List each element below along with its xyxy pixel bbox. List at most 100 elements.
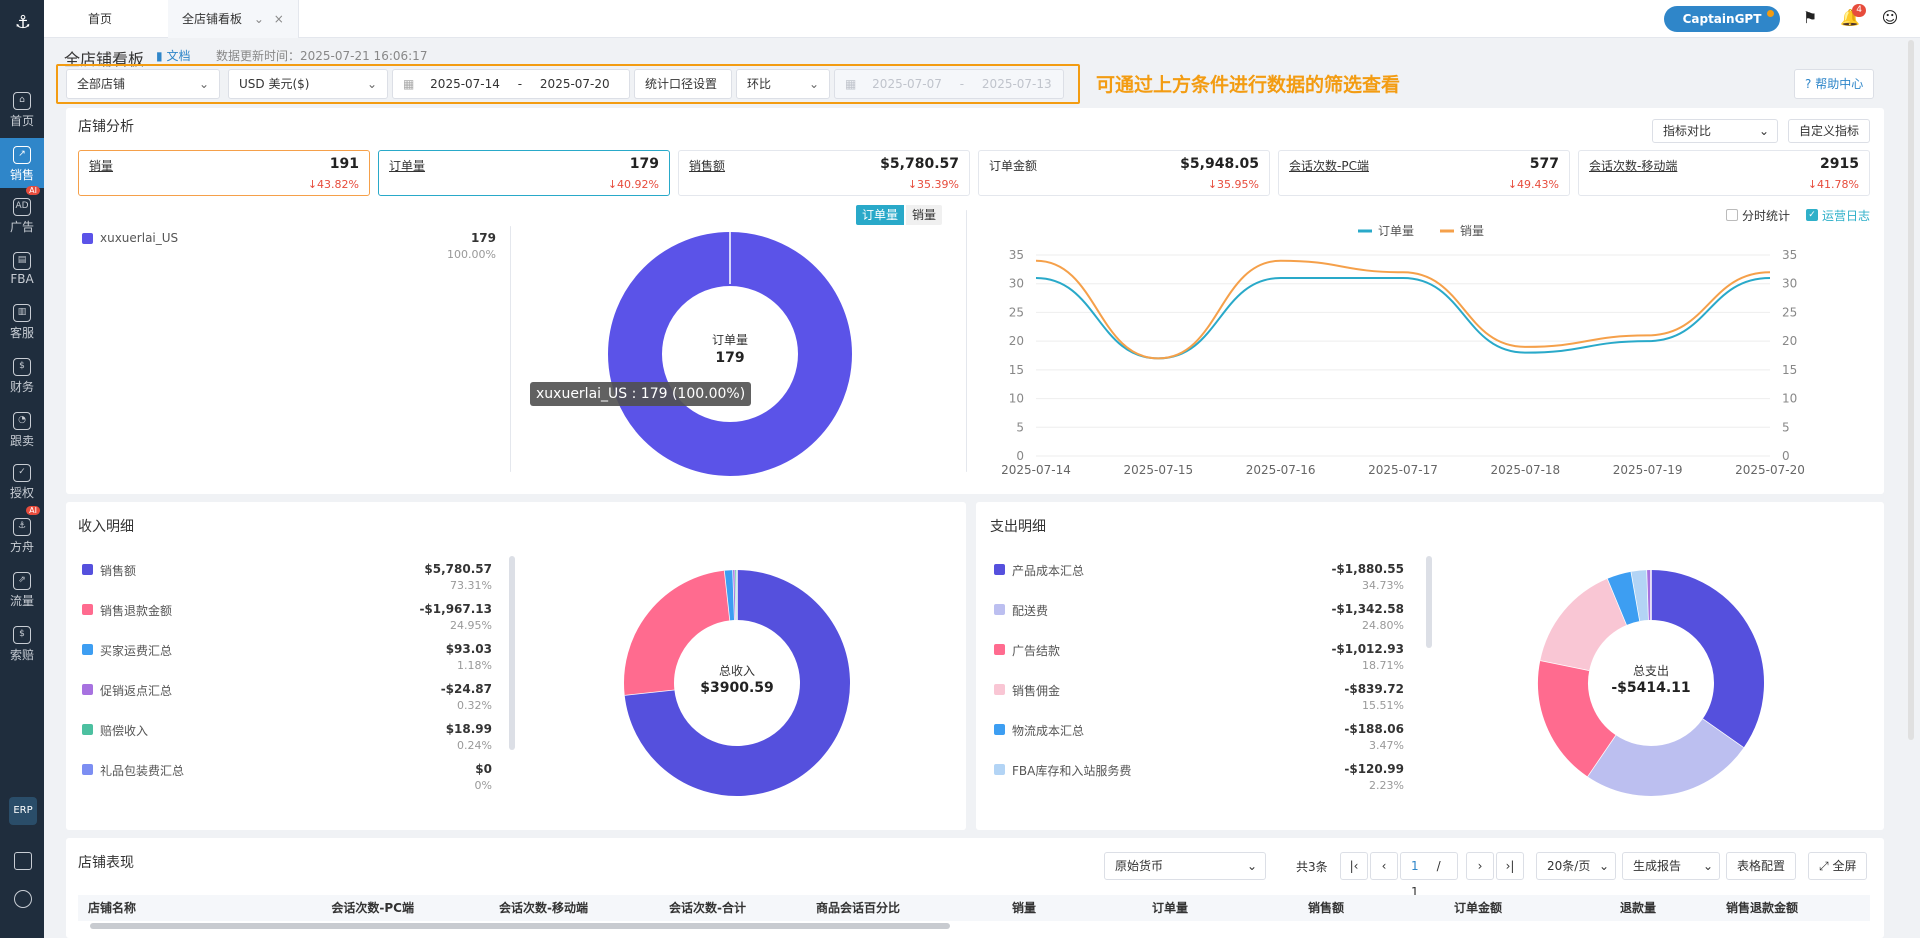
sidebar-item-3[interactable]: ▤ FBA xyxy=(0,244,44,294)
date-range-picker[interactable]: ▦ 2025-07-14 - 2025-07-20 xyxy=(392,69,630,99)
sidebar-item-1[interactable]: ↗ 销售 xyxy=(0,138,44,188)
table-column-header[interactable]: 销量 xyxy=(906,895,1036,921)
currency-select[interactable]: USD 美元($) ⌄ xyxy=(228,69,388,99)
table-column-header[interactable]: 销售额 xyxy=(1196,895,1344,921)
compare-select[interactable]: 环比 ⌄ xyxy=(736,69,830,99)
chevron-down-icon[interactable]: ⌄ xyxy=(254,12,264,26)
legend-label[interactable]: 销量 xyxy=(1460,224,1484,238)
service-icon: ▥ xyxy=(13,304,31,322)
fullscreen-icon: ⤢ xyxy=(1819,859,1829,873)
caliber-settings-button[interactable]: 统计口径设置 xyxy=(634,69,732,99)
table-column-header[interactable]: 退款量 xyxy=(1508,895,1656,921)
app-logo[interactable]: ⚓ xyxy=(12,12,34,36)
fullscreen-button[interactable]: ⤢ 全屏 xyxy=(1808,852,1868,880)
legend-item-name: 物流成本汇总 xyxy=(1012,724,1085,738)
table-horizontal-scrollbar[interactable] xyxy=(90,923,950,929)
table-column-header[interactable]: 订单量 xyxy=(1048,895,1188,921)
chevron-down-icon: ⌄ xyxy=(366,77,377,91)
bell-icon[interactable]: 🔔 4 xyxy=(1840,4,1866,28)
ark-icon: ⚓ xyxy=(13,518,31,536)
captaingpt-button[interactable]: CaptainGPT xyxy=(1664,6,1780,32)
sidebar-item-8[interactable]: ⚓ 方舟 AI xyxy=(0,506,44,560)
metric-card[interactable]: 销量 191 ↓43.82% xyxy=(78,150,370,196)
donut-slice[interactable] xyxy=(1587,718,1744,796)
metric-card[interactable]: 销售额 $5,780.57 ↓35.39% xyxy=(678,150,970,196)
series-line[interactable] xyxy=(1035,276,1771,360)
metric-card[interactable]: 订单金额 $5,948.05 ↓35.95% xyxy=(978,150,1270,196)
table-column-header[interactable]: 店铺名称 xyxy=(78,895,238,921)
metric-card[interactable]: 会话次数-PC端 577 ↓49.43% xyxy=(1278,150,1570,196)
date-to[interactable]: 2025-07-20 xyxy=(540,77,610,91)
first-page-button[interactable]: |‹ xyxy=(1340,852,1368,880)
table-column-header[interactable]: 会话次数-PC端 xyxy=(242,895,414,921)
erp-button[interactable]: ERP xyxy=(9,797,37,825)
chart-icon: ↗ xyxy=(13,146,31,164)
series-line[interactable] xyxy=(1035,259,1771,360)
flag-icon[interactable]: ⚑ xyxy=(1800,8,1820,28)
donut-slice[interactable] xyxy=(1538,660,1617,777)
sidebar-item-0[interactable]: ⌂ 首页 xyxy=(0,84,44,134)
storage-icon[interactable] xyxy=(14,852,32,870)
table-column-header[interactable]: 会话次数-移动端 xyxy=(416,895,588,921)
expense-scrollbar[interactable] xyxy=(1426,556,1432,648)
currency-type-select[interactable]: 原始货币 ⌄ xyxy=(1104,852,1266,880)
legend-item-value: -$1,967.13 xyxy=(419,602,492,616)
page-size-select[interactable]: 20条/页 ⌄ xyxy=(1536,852,1616,880)
metric-compare-select[interactable]: 指标对比 ⌄ xyxy=(1652,119,1778,143)
donut-slice[interactable] xyxy=(1607,571,1641,626)
table-column-header[interactable]: 订单金额 xyxy=(1346,895,1502,921)
page-scrollbar[interactable] xyxy=(1908,40,1914,740)
table-config-button[interactable]: 表格配置 xyxy=(1726,852,1797,880)
y-tick-label-left: 0 xyxy=(1016,449,1024,463)
legend-item-value: -$1,012.93 xyxy=(1331,642,1404,656)
sidebar-item-2[interactable]: AD 广告 AI xyxy=(0,186,44,240)
tab-store-dashboard[interactable]: 全店铺看板 ⌄ × xyxy=(168,0,299,38)
toggle-orders[interactable]: 订单量 xyxy=(856,205,905,225)
sidebar-item-6[interactable]: ◔ 跟卖 xyxy=(0,404,44,454)
toggle-sales[interactable]: 销量 xyxy=(906,205,943,225)
prev-page-button[interactable]: ‹ xyxy=(1370,852,1398,880)
next-page-button[interactable]: › xyxy=(1466,852,1494,880)
legend-item-name: 促销返点汇总 xyxy=(100,684,173,698)
metric-card[interactable]: 订单量 179 ↓40.92% xyxy=(378,150,670,196)
doc-link[interactable]: ▮ 文档 xyxy=(156,47,190,64)
support-icon[interactable] xyxy=(14,890,32,908)
tab-home[interactable]: 首页 xyxy=(74,0,126,38)
filter-hint: 可通过上方条件进行数据的筛选查看 xyxy=(1096,74,1401,96)
help-center-button[interactable]: ? 帮助中心 xyxy=(1794,69,1875,99)
sidebar-item-10[interactable]: $ 索赔 xyxy=(0,618,44,668)
legend-label[interactable]: 订单量 xyxy=(1378,224,1414,238)
legend-item-name: 销售退款金额 xyxy=(100,604,173,618)
legend-swatch xyxy=(82,644,93,655)
sidebar-item-label: 财务 xyxy=(9,380,34,394)
metric-compare-label: 指标对比 xyxy=(1663,124,1712,138)
legend-item-name: 买家运费汇总 xyxy=(100,644,173,658)
table-column-header[interactable]: 销售退款金额 xyxy=(1660,895,1798,921)
sidebar-item-5[interactable]: $ 财务 xyxy=(0,350,44,400)
sidebar-item-4[interactable]: ▥ 客服 xyxy=(0,296,44,346)
table-column-header[interactable]: 商品会话百分比 xyxy=(750,895,900,921)
expense-center-value: -$5414.11 xyxy=(1611,680,1691,696)
generate-report-button[interactable]: 生成报告 ⌄ xyxy=(1622,852,1720,880)
income-scrollbar[interactable] xyxy=(509,556,515,750)
date-from[interactable]: 2025-07-14 xyxy=(430,77,500,91)
metric-card[interactable]: 会话次数-移动端 2915 ↓41.78% xyxy=(1578,150,1870,196)
legend-item-name: 销售佣金 xyxy=(1012,684,1061,698)
doc-label: 文档 xyxy=(166,49,191,63)
last-page-button[interactable]: ›| xyxy=(1496,852,1524,880)
user-avatar-icon[interactable]: ☺ xyxy=(1880,8,1900,28)
table-column-header[interactable]: 会话次数-合计 xyxy=(590,895,746,921)
page-input[interactable]: 1/ 1 xyxy=(1400,852,1458,899)
store-select[interactable]: 全部店铺 ⌄ xyxy=(66,69,220,99)
legend-item-name: 产品成本汇总 xyxy=(1012,564,1085,578)
sidebar-item-9[interactable]: ⇗ 流量 xyxy=(0,564,44,614)
donut-slice[interactable] xyxy=(1540,578,1628,672)
sidebar-item-7[interactable]: ✓ 授权 xyxy=(0,456,44,506)
donut-slice[interactable] xyxy=(1631,570,1650,622)
tab-label: 全店铺看板 xyxy=(182,12,243,26)
metric-card-value: 179 xyxy=(629,156,659,172)
sidebar-item-label: 授权 xyxy=(9,486,34,500)
sidebar-item-label: 广告 xyxy=(9,220,34,234)
custom-metric-button[interactable]: 自定义指标 xyxy=(1788,119,1871,143)
close-icon[interactable]: × xyxy=(274,12,284,26)
